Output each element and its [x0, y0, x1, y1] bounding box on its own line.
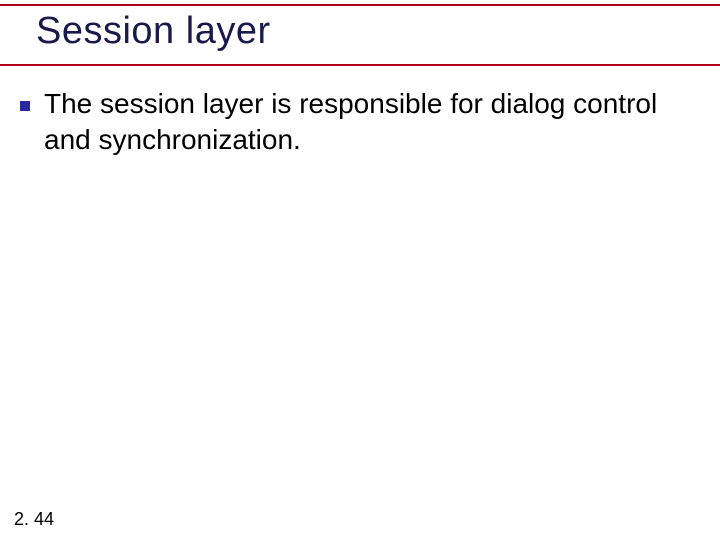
bullet-text: The session layer is responsible for dia…	[44, 86, 700, 158]
body-area: The session layer is responsible for dia…	[20, 86, 700, 158]
bullet-item: The session layer is responsible for dia…	[20, 86, 700, 158]
square-bullet-icon	[20, 101, 30, 111]
slide-title: Session layer	[36, 10, 700, 53]
title-wrap: Session layer	[36, 10, 700, 53]
title-underline-rule	[0, 64, 720, 66]
top-rule	[0, 4, 720, 6]
slide: Session layer The session layer is respo…	[0, 0, 720, 540]
slide-number: 2. 44	[14, 509, 54, 530]
